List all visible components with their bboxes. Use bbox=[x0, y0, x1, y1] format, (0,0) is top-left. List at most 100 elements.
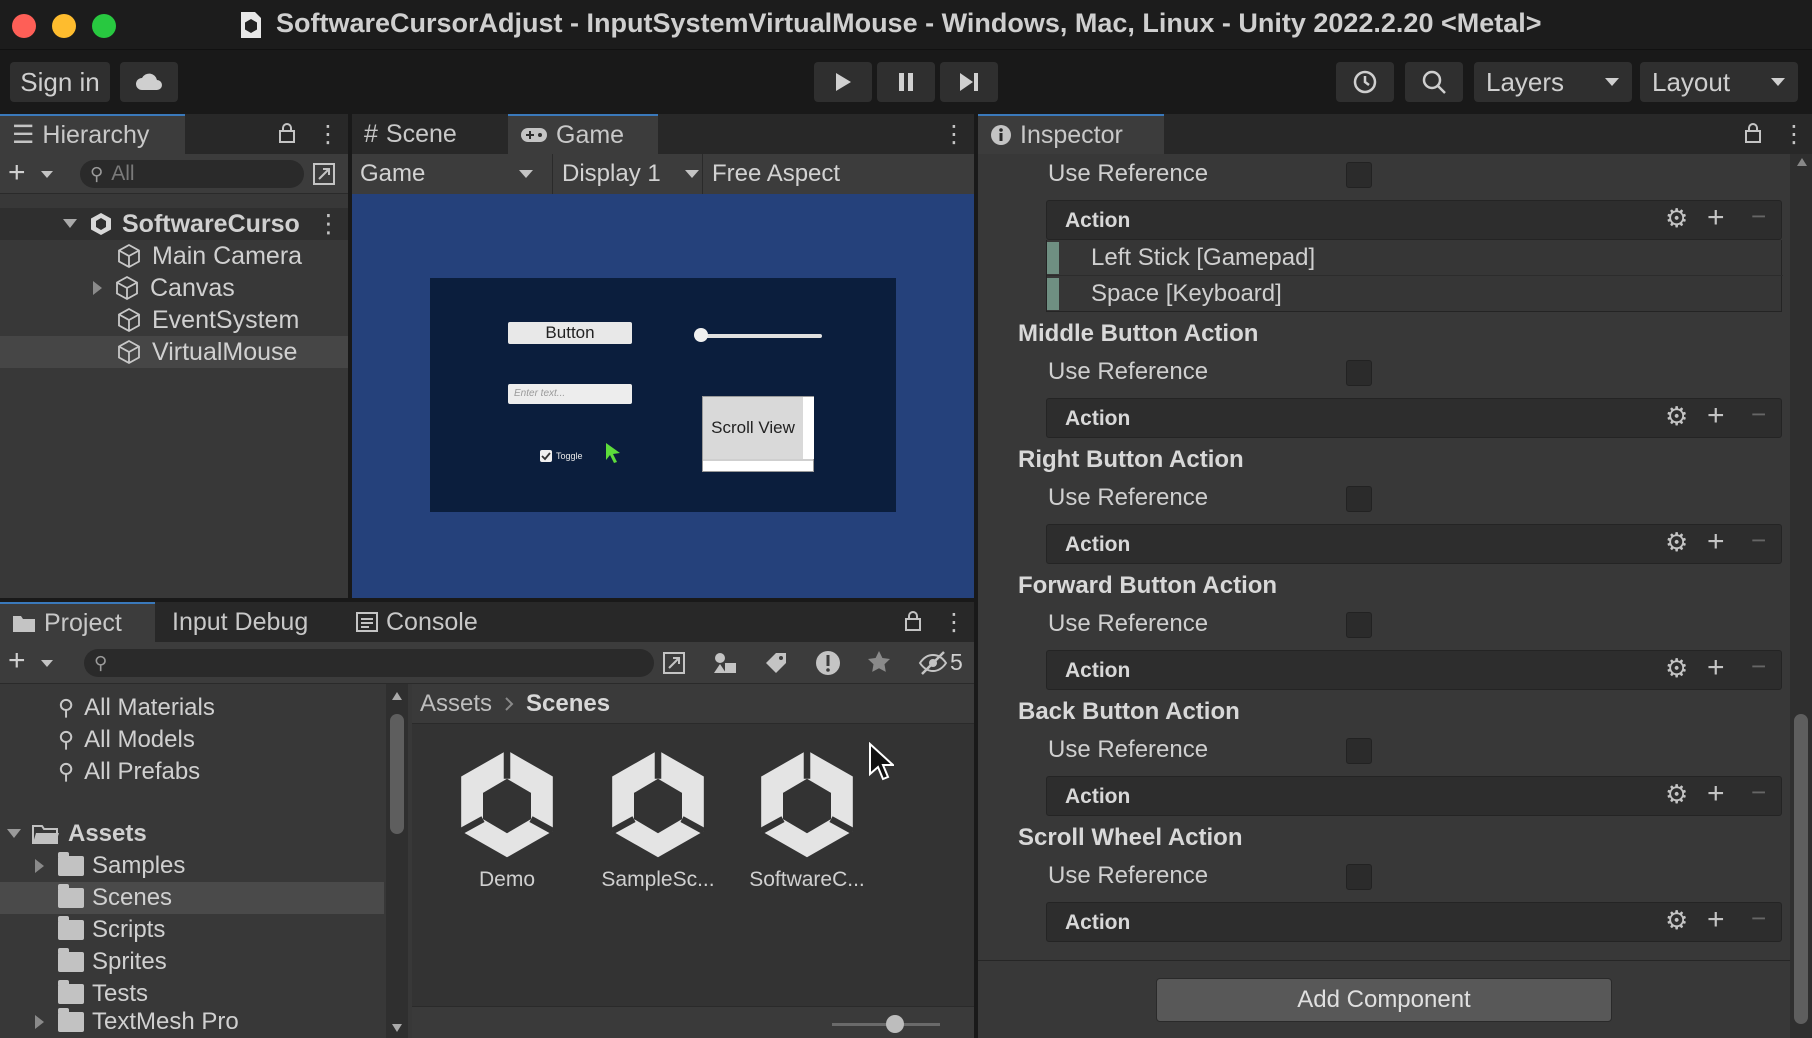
chevron-right-icon[interactable] bbox=[34, 858, 46, 874]
favorite-all-models[interactable]: ⚲ All Models bbox=[58, 724, 195, 756]
layers-dropdown[interactable]: Layers bbox=[1474, 62, 1632, 102]
use-reference-checkbox[interactable] bbox=[1346, 612, 1372, 638]
game-ui-toggle[interactable]: Toggle bbox=[540, 450, 583, 462]
chevron-right-icon[interactable] bbox=[92, 280, 104, 296]
add-binding-icon[interactable]: + bbox=[1707, 525, 1725, 559]
asset-samplescene[interactable]: SampleSc... bbox=[598, 746, 718, 892]
scroll-view-hbar[interactable] bbox=[703, 461, 813, 471]
folder-scenes[interactable]: Scenes bbox=[0, 882, 384, 914]
hierarchy-item-virtualmouse[interactable]: VirtualMouse bbox=[0, 336, 348, 368]
add-component-button[interactable]: Add Component bbox=[1156, 978, 1612, 1022]
project-tree-scrollbar[interactable] bbox=[386, 684, 408, 1038]
tab-inspector[interactable]: Inspector bbox=[978, 114, 1164, 154]
gear-icon[interactable]: ⚙ bbox=[1665, 527, 1688, 558]
remove-binding-icon[interactable]: − bbox=[1751, 525, 1766, 556]
slider-handle[interactable] bbox=[694, 328, 708, 342]
display-dropdown[interactable]: Display 1 bbox=[552, 160, 700, 188]
warning-icon[interactable] bbox=[814, 649, 842, 677]
minimize-window-button[interactable] bbox=[52, 14, 76, 38]
tab-game[interactable]: Game bbox=[508, 114, 658, 154]
add-binding-icon[interactable]: + bbox=[1707, 201, 1725, 235]
use-reference-checkbox[interactable] bbox=[1346, 360, 1372, 386]
kebab-menu-icon[interactable]: ⋮ bbox=[316, 209, 341, 239]
maximize-window-button[interactable] bbox=[92, 14, 116, 38]
filter-by-type-icon[interactable] bbox=[712, 651, 738, 675]
hierarchy-item-main-camera[interactable]: Main Camera bbox=[0, 240, 348, 272]
aspect-dropdown[interactable]: Free Aspect bbox=[712, 160, 840, 188]
tab-project[interactable]: Project bbox=[0, 602, 155, 642]
star-icon[interactable] bbox=[866, 649, 892, 675]
tab-scene[interactable]: # Scene bbox=[352, 114, 469, 154]
kebab-menu-icon[interactable]: ⋮ bbox=[942, 120, 966, 149]
close-window-button[interactable] bbox=[12, 14, 36, 38]
game-ui-slider[interactable] bbox=[700, 334, 822, 338]
hierarchy-item-eventsystem[interactable]: EventSystem bbox=[0, 304, 348, 336]
add-binding-icon[interactable]: + bbox=[1707, 651, 1725, 685]
open-window-icon[interactable] bbox=[662, 651, 686, 675]
breadcrumb-scenes[interactable]: Scenes bbox=[526, 690, 610, 718]
add-binding-icon[interactable]: + bbox=[1707, 903, 1725, 937]
gear-icon[interactable]: ⚙ bbox=[1665, 905, 1688, 936]
scroll-view-vbar[interactable] bbox=[803, 397, 814, 459]
favorite-all-prefabs[interactable]: ⚲ All Prefabs bbox=[58, 756, 200, 788]
use-reference-checkbox[interactable] bbox=[1346, 864, 1372, 890]
game-ui-input[interactable]: Enter text... bbox=[508, 384, 632, 404]
kebab-menu-icon[interactable]: ⋮ bbox=[316, 120, 340, 149]
add-icon[interactable]: + bbox=[8, 156, 26, 190]
lock-icon[interactable] bbox=[904, 610, 922, 632]
game-viewport[interactable]: Button Enter text... Toggle Scroll View bbox=[352, 194, 974, 598]
remove-binding-icon[interactable]: − bbox=[1751, 777, 1766, 808]
scroll-thumb[interactable] bbox=[1794, 714, 1808, 1024]
tab-console[interactable]: Console bbox=[344, 602, 490, 642]
scroll-up-icon[interactable] bbox=[392, 692, 402, 700]
lock-icon[interactable] bbox=[278, 122, 296, 144]
asset-demo[interactable]: Demo bbox=[452, 746, 562, 892]
add-binding-icon[interactable]: + bbox=[1707, 399, 1725, 433]
sign-in-button[interactable]: Sign in bbox=[10, 62, 110, 102]
tab-input-debug[interactable]: Input Debug bbox=[160, 602, 320, 642]
chevron-down-icon[interactable] bbox=[40, 170, 54, 179]
project-search-input[interactable]: ⚲ bbox=[84, 649, 654, 677]
gear-icon[interactable]: ⚙ bbox=[1665, 653, 1688, 684]
hierarchy-scene-root[interactable]: SoftwareCurso ⋮ bbox=[0, 208, 348, 240]
step-button[interactable] bbox=[940, 62, 998, 102]
remove-binding-icon[interactable]: − bbox=[1751, 903, 1766, 934]
history-icon[interactable] bbox=[1336, 62, 1394, 102]
game-view-dropdown[interactable]: Game bbox=[360, 160, 534, 188]
inspector-scrollbar[interactable] bbox=[1790, 154, 1812, 1038]
add-icon[interactable]: + bbox=[8, 644, 26, 678]
use-reference-checkbox[interactable] bbox=[1346, 738, 1372, 764]
kebab-menu-icon[interactable]: ⋮ bbox=[1782, 120, 1806, 149]
game-ui-scroll-view[interactable]: Scroll View bbox=[702, 396, 814, 472]
gear-icon[interactable]: ⚙ bbox=[1665, 203, 1688, 234]
lock-icon[interactable] bbox=[1744, 122, 1762, 144]
hierarchy-search-input[interactable]: ⚲ All bbox=[80, 160, 304, 188]
use-reference-checkbox[interactable] bbox=[1346, 162, 1372, 188]
asset-softwarecursor[interactable]: SoftwareC... bbox=[742, 746, 872, 892]
play-button[interactable] bbox=[814, 62, 872, 102]
binding-row[interactable]: Space [Keyboard] bbox=[1047, 276, 1783, 312]
kebab-menu-icon[interactable]: ⋮ bbox=[942, 608, 966, 637]
add-binding-icon[interactable]: + bbox=[1707, 777, 1725, 811]
search-icon[interactable] bbox=[1405, 62, 1463, 102]
hierarchy-item-canvas[interactable]: Canvas bbox=[0, 272, 348, 304]
favorite-all-materials[interactable]: ⚲ All Materials bbox=[58, 692, 215, 724]
assets-root[interactable]: Assets bbox=[6, 818, 147, 850]
scene-visibility-icon[interactable] bbox=[312, 162, 336, 186]
pause-button[interactable] bbox=[877, 62, 935, 102]
chevron-down-icon[interactable] bbox=[40, 659, 54, 668]
tab-hierarchy[interactable]: ☰ Hierarchy bbox=[0, 114, 185, 154]
breadcrumb-assets[interactable]: Assets bbox=[420, 690, 492, 718]
scroll-thumb[interactable] bbox=[390, 714, 404, 834]
folder-scripts[interactable]: Scripts bbox=[58, 914, 165, 946]
remove-binding-icon[interactable]: − bbox=[1751, 399, 1766, 430]
gear-icon[interactable]: ⚙ bbox=[1665, 779, 1688, 810]
zoom-slider-handle[interactable] bbox=[886, 1015, 904, 1033]
binding-row[interactable]: Left Stick [Gamepad] bbox=[1047, 240, 1783, 276]
layout-dropdown[interactable]: Layout bbox=[1640, 62, 1798, 102]
gear-icon[interactable]: ⚙ bbox=[1665, 401, 1688, 432]
remove-binding-icon[interactable]: − bbox=[1751, 651, 1766, 682]
remove-binding-icon[interactable]: − bbox=[1751, 201, 1766, 232]
tag-icon[interactable] bbox=[764, 651, 788, 675]
hidden-packages-toggle[interactable]: 5 bbox=[918, 649, 963, 676]
